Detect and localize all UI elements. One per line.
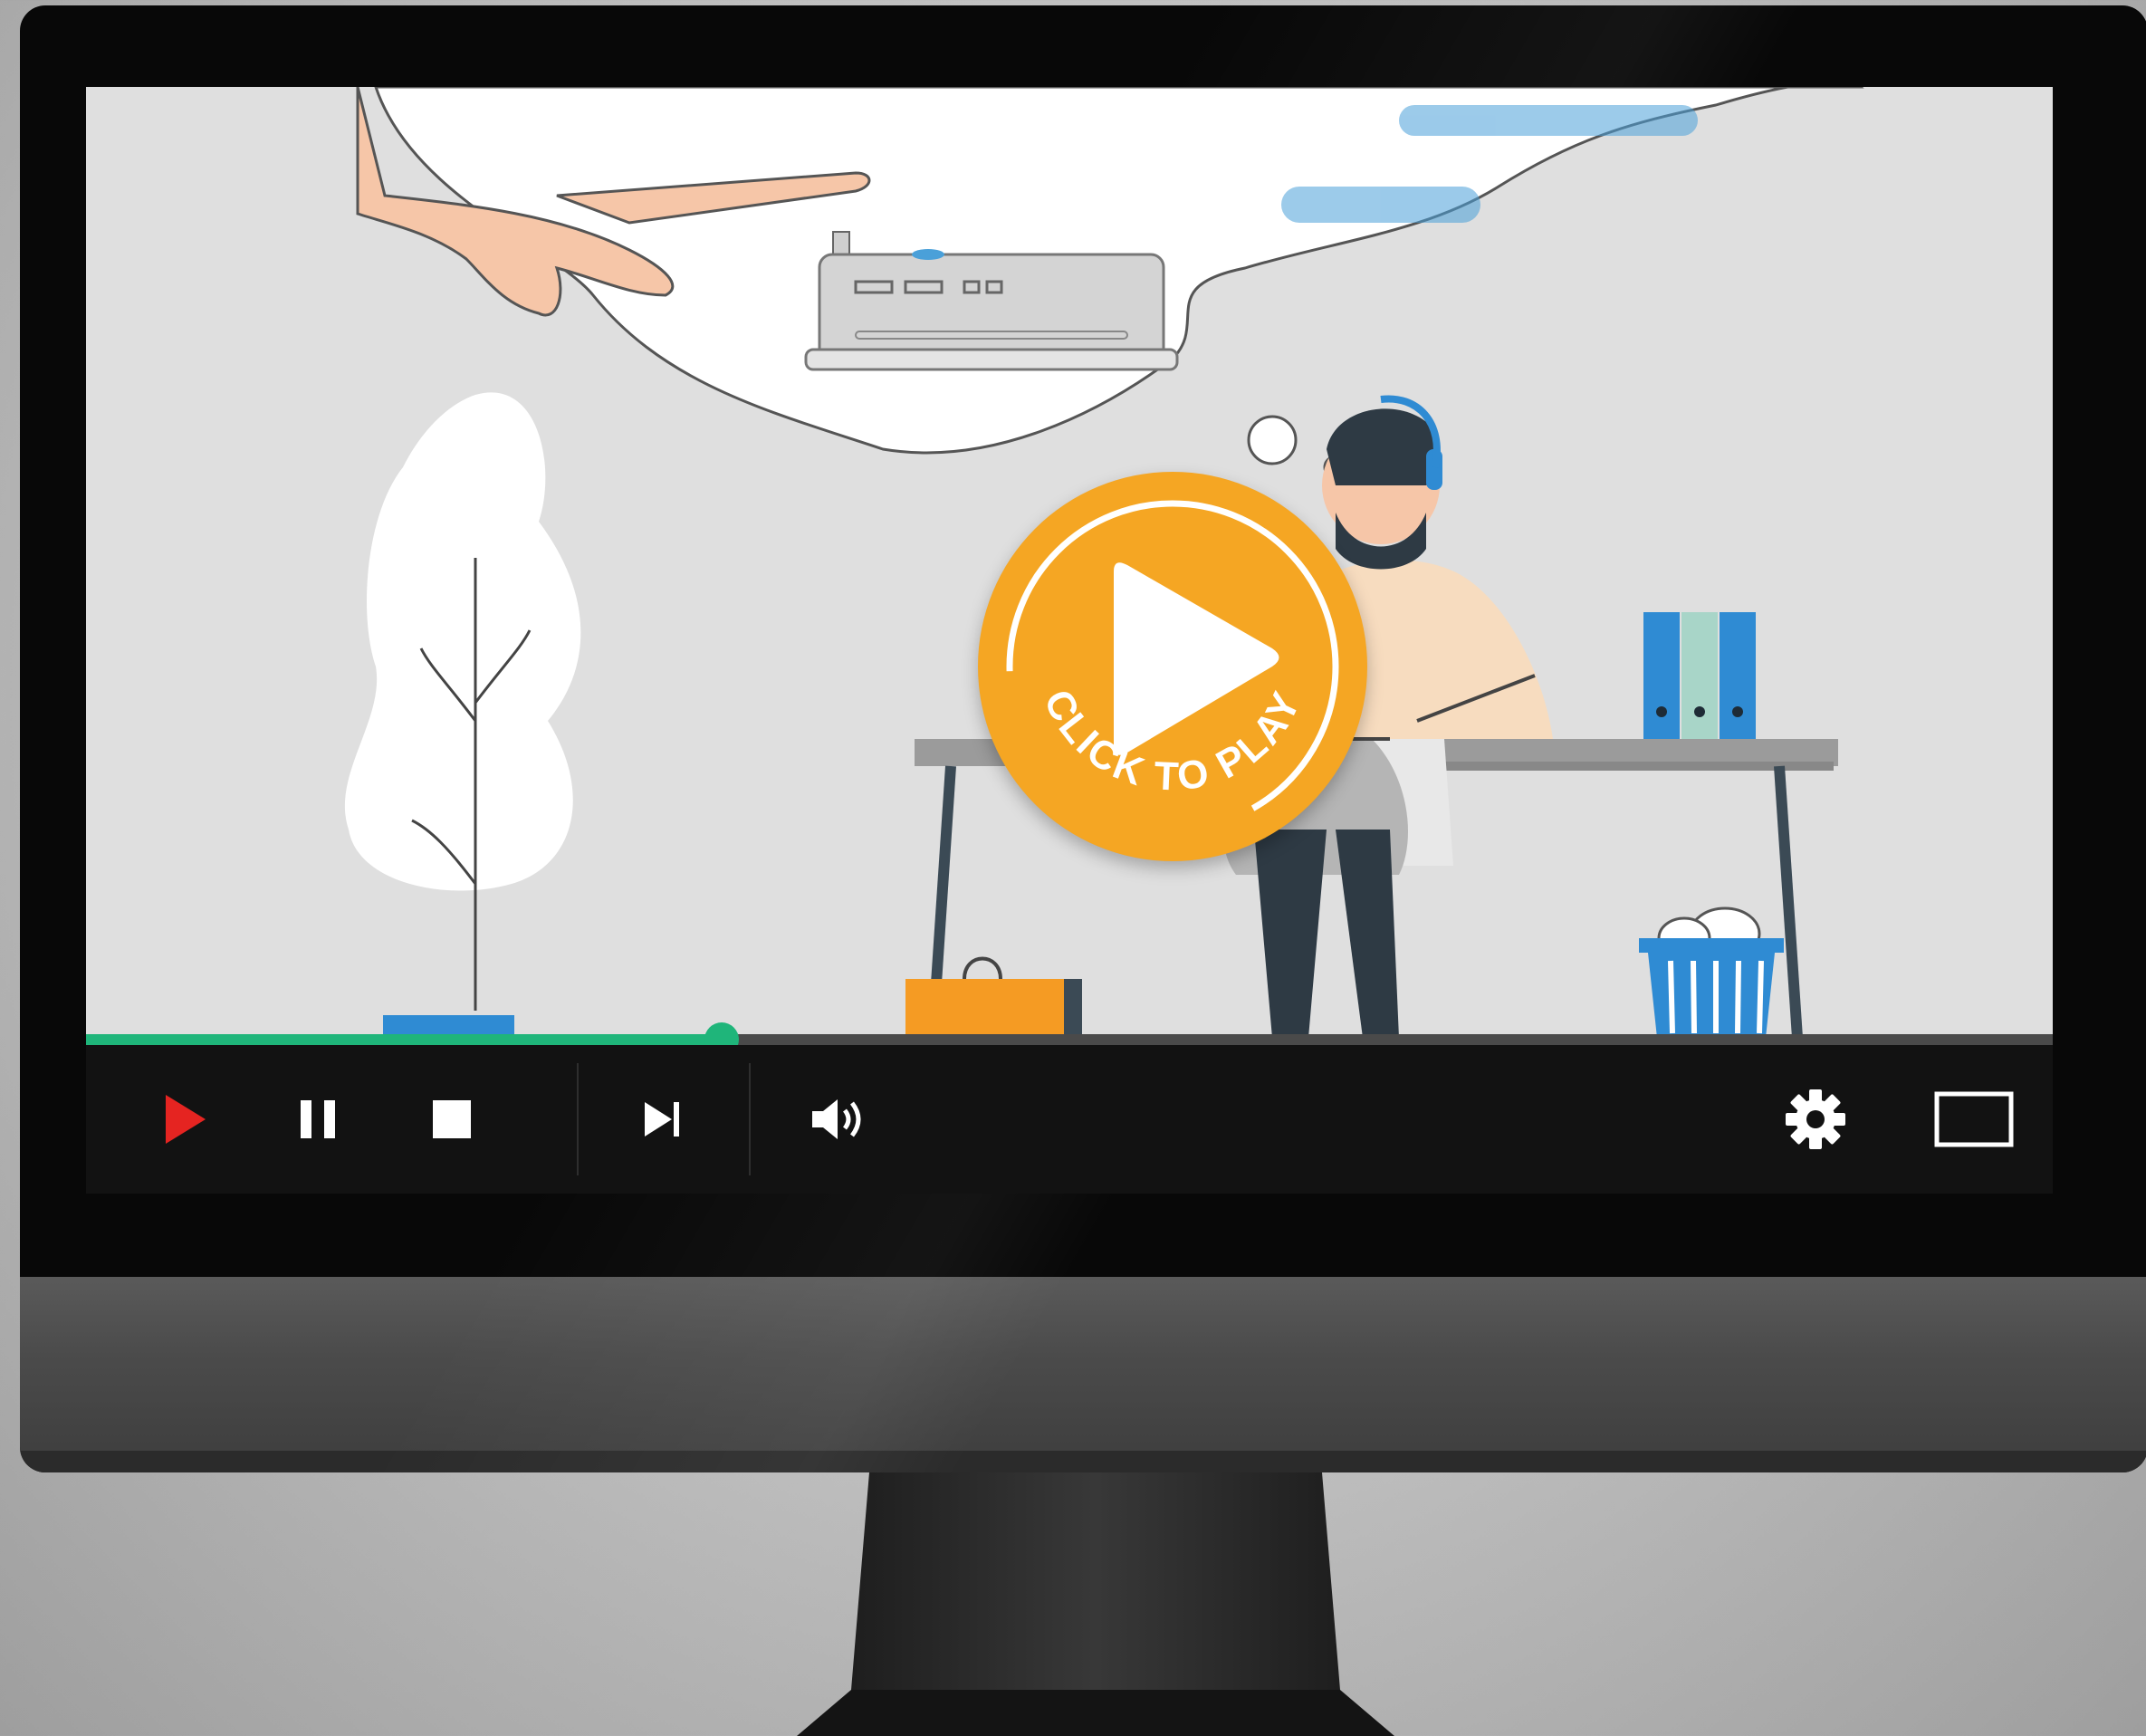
pause-button[interactable]	[273, 1045, 364, 1194]
volume-icon	[812, 1099, 861, 1139]
skip-next-button[interactable]	[617, 1045, 707, 1194]
fullscreen-icon	[1934, 1091, 2014, 1147]
control-divider	[749, 1063, 751, 1175]
monitor-stand	[797, 1472, 1394, 1736]
click-to-play-button[interactable]: CLICK TO PLAY	[978, 472, 1367, 861]
pause-icon	[301, 1100, 335, 1138]
binders	[1643, 612, 1756, 739]
play-icon	[166, 1095, 206, 1144]
stop-button[interactable]	[407, 1045, 497, 1194]
play-button[interactable]	[140, 1045, 231, 1194]
fullscreen-button[interactable]	[1924, 1045, 2024, 1194]
stop-icon	[433, 1100, 471, 1138]
progress-fill	[86, 1034, 722, 1045]
bubble-dot-large	[1247, 415, 1298, 465]
video-screen[interactable]: CLICK TO PLAY	[86, 87, 2053, 1194]
control-divider	[577, 1063, 579, 1175]
player-control-bar	[86, 1045, 2053, 1194]
settings-button[interactable]	[1761, 1045, 1870, 1194]
skip-next-icon	[645, 1102, 679, 1137]
volume-button[interactable]	[785, 1045, 894, 1194]
play-overlay-graphic: CLICK TO PLAY	[1006, 500, 1339, 833]
progress-bar[interactable]	[86, 1022, 2053, 1057]
gear-icon	[1786, 1089, 1845, 1149]
